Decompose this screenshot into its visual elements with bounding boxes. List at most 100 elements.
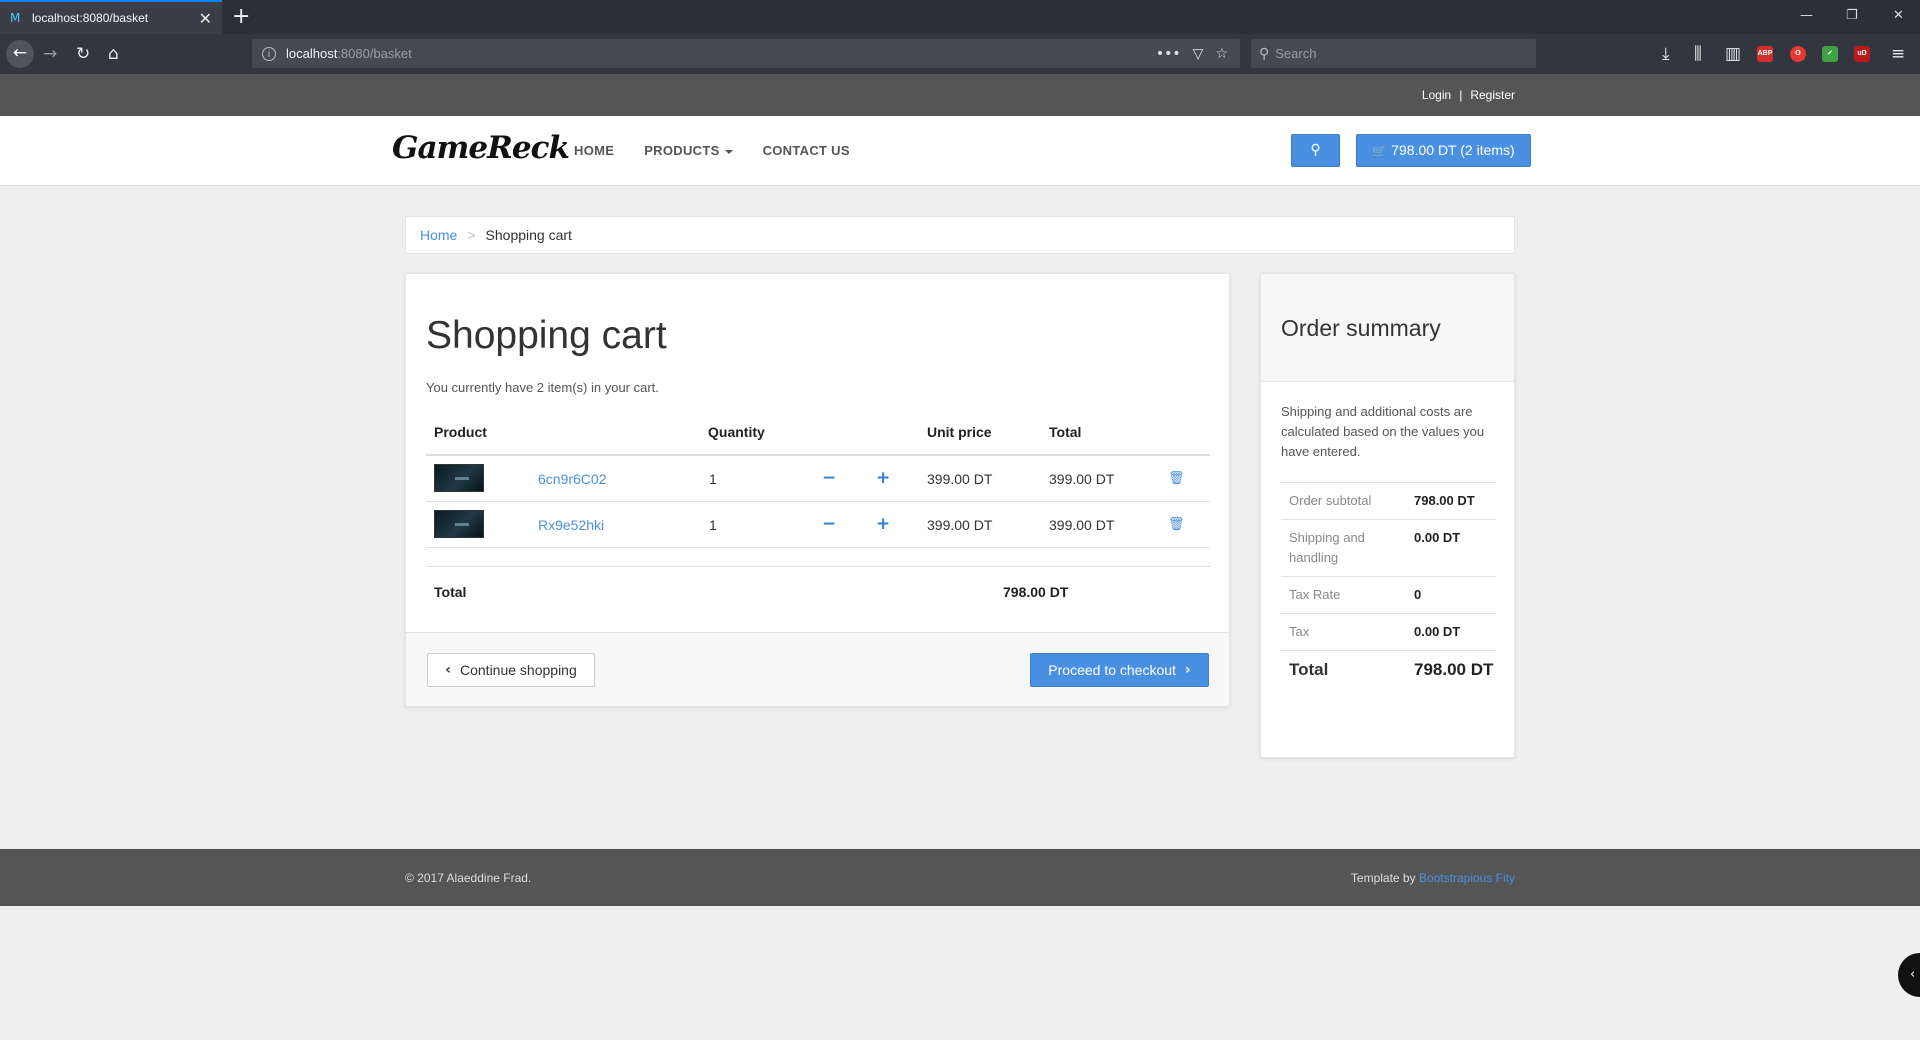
tab-favicon-icon: M <box>10 11 21 25</box>
proceed-to-checkout-button[interactable]: Proceed to checkout › <box>1030 653 1209 687</box>
page-actions-icon[interactable]: ••• <box>1156 46 1181 62</box>
bookmark-star-icon[interactable]: ☆ <box>1215 46 1228 62</box>
restore-window-icon[interactable]: ❐ <box>1846 8 1858 23</box>
unit-price: 399.00 DT <box>927 471 993 487</box>
opera-extension-icon[interactable]: O <box>1790 46 1806 62</box>
trash-icon[interactable]: 🗑 <box>1168 471 1185 486</box>
new-tab-icon[interactable]: + <box>232 4 250 29</box>
column-unit-price: Unit price <box>927 424 992 440</box>
url-bar[interactable]: i localhost:8080/basket ••• ▽ ☆ <box>252 39 1240 68</box>
breadcrumb-current: Shopping cart <box>485 227 572 243</box>
minimize-window-icon[interactable]: — <box>1800 8 1813 23</box>
main-navigation: HOME PRODUCTS CONTACT US <box>574 143 850 158</box>
caret-down-icon <box>724 149 733 154</box>
cart-button[interactable]: 🛒 798.00 DT (2 items) <box>1356 134 1531 167</box>
site-info-icon[interactable]: i <box>262 46 276 61</box>
decrease-quantity-icon[interactable]: − <box>822 514 836 534</box>
back-icon[interactable]: ← <box>6 40 34 68</box>
breadcrumb-home[interactable]: Home <box>420 227 457 243</box>
product-thumbnail[interactable] <box>434 464 484 492</box>
template-link[interactable]: Bootstrapious Fity <box>1419 871 1515 885</box>
nav-products[interactable]: PRODUCTS <box>644 143 733 158</box>
tab-title: localhost:8080/basket <box>32 11 149 25</box>
browser-tab[interactable]: M localhost:8080/basket ✕ <box>0 0 222 34</box>
summary-value: 0.00 DT <box>1414 624 1461 639</box>
menu-icon[interactable]: ≡ <box>1891 42 1905 66</box>
pocket-icon[interactable]: ▽ <box>1193 46 1204 62</box>
summary-row-tax-rate: Tax Rate 0 <box>1281 576 1496 613</box>
auth-links: Login | Register <box>1422 88 1515 102</box>
summary-value: 0 <box>1414 587 1422 602</box>
register-link[interactable]: Register <box>1470 88 1515 102</box>
search-icon: ⚲ <box>1310 142 1321 158</box>
reload-icon[interactable]: ↻ <box>76 42 90 66</box>
site-header: GameReck HOME PRODUCTS CONTACT US ⚲ 🛒 798… <box>0 116 1920 186</box>
summary-value: 798.00 DT <box>1414 493 1475 508</box>
close-window-icon[interactable]: ✕ <box>1893 8 1904 23</box>
site-logo[interactable]: GameReck <box>392 130 570 166</box>
table-row: 6cn9r6C02 1 − + 399.00 DT 399.00 DT 🗑 <box>426 456 1210 502</box>
column-total: Total <box>1049 424 1082 440</box>
order-summary-header: Order summary <box>1261 274 1514 382</box>
line-total: 399.00 DT <box>1049 517 1115 533</box>
breadcrumb-separator: > <box>467 227 476 243</box>
decrease-quantity-icon[interactable]: − <box>822 468 836 488</box>
home-icon[interactable]: ⌂ <box>108 42 119 66</box>
sidebar-icon[interactable]: ▥ <box>1725 42 1741 66</box>
template-prefix: Template by <box>1350 871 1416 885</box>
browser-tab-bar: M localhost:8080/basket ✕ + — ❐ ✕ <box>0 0 1920 34</box>
nav-contact[interactable]: CONTACT US <box>763 143 850 158</box>
forward-icon[interactable]: → <box>43 42 57 66</box>
summary-value: 0.00 DT <box>1414 530 1461 545</box>
search-icon: ⚲ <box>1259 45 1270 62</box>
summary-label: Tax Rate <box>1289 587 1341 602</box>
copyright-text: © 2017 Alaeddine Frad. <box>405 871 532 885</box>
download-icon[interactable]: ⤓ <box>1662 42 1670 66</box>
table-row: Rx9e52hki 1 − + 399.00 DT 399.00 DT 🗑 <box>426 502 1210 548</box>
adblock-icon[interactable]: ABP <box>1757 46 1773 62</box>
cart-total-value: 798.00 DT <box>1003 584 1069 600</box>
checkout-label: Proceed to checkout <box>1048 662 1176 678</box>
library-icon[interactable]: ⫼ <box>1694 42 1702 66</box>
chevron-left-icon: ‹ <box>445 662 451 678</box>
quantity-value: 1 <box>709 517 717 533</box>
template-credit: Template by Bootstrapious Fity <box>1351 871 1515 885</box>
shield-extension-icon[interactable]: ✓ <box>1822 46 1838 62</box>
browser-toolbar: ← → ↻ ⌂ i localhost:8080/basket ••• ▽ ☆ … <box>0 34 1920 74</box>
page-title: Shopping cart <box>426 314 667 357</box>
site-search-button[interactable]: ⚲ <box>1291 134 1340 167</box>
product-link[interactable]: 6cn9r6C02 <box>538 471 607 487</box>
cart-footer: ‹ Continue shopping Proceed to checkout … <box>406 632 1229 706</box>
product-thumbnail[interactable] <box>434 510 484 538</box>
order-summary-title: Order summary <box>1281 315 1441 341</box>
browser-search-bar[interactable]: ⚲ Search <box>1251 39 1536 68</box>
summary-label: Order subtotal <box>1289 493 1372 508</box>
quantity-value: 1 <box>709 471 717 487</box>
floating-chevron-icon[interactable]: ‹ <box>1898 953 1920 997</box>
site-footer: © 2017 Alaeddine Frad. Template by Boots… <box>0 849 1920 906</box>
product-link[interactable]: Rx9e52hki <box>538 517 604 533</box>
login-link[interactable]: Login <box>1422 88 1451 102</box>
trash-icon[interactable]: 🗑 <box>1168 517 1185 532</box>
shopping-cart-panel: Shopping cart You currently have 2 item(… <box>405 273 1230 707</box>
close-tab-icon[interactable]: ✕ <box>199 9 212 28</box>
unit-price: 399.00 DT <box>927 517 993 533</box>
summary-row-subtotal: Order subtotal 798.00 DT <box>1281 482 1496 519</box>
auth-separator: | <box>1459 88 1463 102</box>
summary-row-shipping: Shipping and handling 0.00 DT <box>1281 519 1496 576</box>
summary-label: Shipping and handling <box>1289 530 1365 565</box>
increase-quantity-icon[interactable]: + <box>876 514 890 534</box>
chevron-right-icon: › <box>1184 662 1191 678</box>
line-total: 399.00 DT <box>1049 471 1115 487</box>
nav-home[interactable]: HOME <box>574 143 614 158</box>
cart-button-label: 798.00 DT (2 items) <box>1391 142 1515 158</box>
column-product: Product <box>434 424 487 440</box>
ublock-icon[interactable]: uD <box>1854 46 1870 62</box>
increase-quantity-icon[interactable]: + <box>876 468 890 488</box>
nav-products-label: PRODUCTS <box>644 143 720 158</box>
continue-shopping-button[interactable]: ‹ Continue shopping <box>427 653 595 687</box>
url-text[interactable]: localhost:8080/basket <box>286 46 1156 61</box>
order-summary-note: Shipping and additional costs are calcul… <box>1281 404 1485 459</box>
summary-total-label: Total <box>1289 660 1329 679</box>
summary-total-value: 798.00 DT <box>1414 660 1494 679</box>
